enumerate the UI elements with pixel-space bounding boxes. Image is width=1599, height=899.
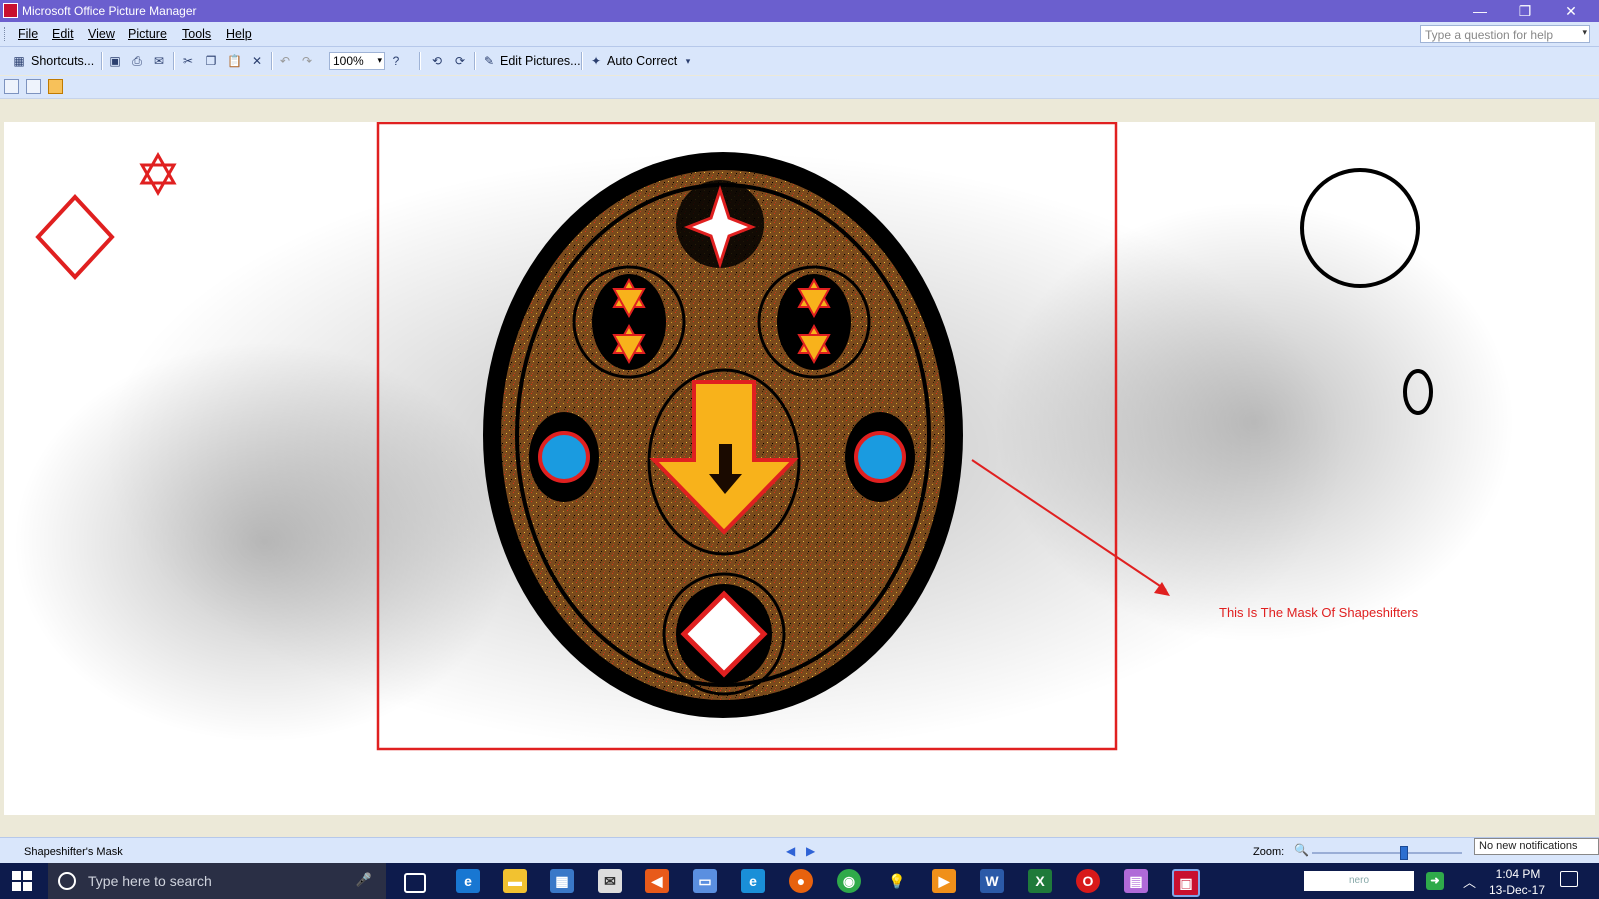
toolbar-separator xyxy=(101,52,103,70)
print-icon[interactable]: ⎙ xyxy=(130,54,144,68)
windows-start-icon[interactable] xyxy=(12,871,32,891)
copy-icon[interactable]: ❐ xyxy=(204,54,218,68)
edge-icon[interactable]: e xyxy=(456,869,480,893)
window-title: Microsoft Office Picture Manager xyxy=(22,4,197,18)
redo-icon[interactable]: ↷ xyxy=(300,54,314,68)
taskbar-search-input[interactable]: Type here to search 🎤 xyxy=(48,863,386,899)
shortcuts-button[interactable]: Shortcuts... xyxy=(31,54,94,68)
status-bar: Shapeshifter's Mask ◀ ▶ Zoom: 🔍 xyxy=(0,837,1599,864)
undo-icon[interactable]: ↶ xyxy=(278,54,292,68)
previous-picture-icon[interactable]: ◀ xyxy=(786,844,795,858)
menu-help[interactable]: Help xyxy=(226,27,252,41)
auto-correct-button[interactable]: Auto Correct xyxy=(607,54,677,68)
clock-time[interactable]: 1:04 PM xyxy=(1488,867,1548,881)
zoom-value: 100% xyxy=(333,54,364,68)
cortana-icon[interactable] xyxy=(58,872,76,890)
annotation-text: This Is The Mask Of Shapeshifters xyxy=(1219,605,1419,620)
rotate-left-icon[interactable]: ⟲ xyxy=(430,54,444,68)
menu-tools[interactable]: Tools xyxy=(182,27,211,41)
email-icon[interactable]: ✉ xyxy=(152,54,166,68)
clock-date[interactable]: 13-Dec-17 xyxy=(1482,883,1552,897)
rotate-right-icon[interactable]: ⟳ xyxy=(453,54,467,68)
app-icon[interactable]: ▭ xyxy=(693,869,717,893)
minimize-button[interactable]: — xyxy=(1457,0,1503,22)
media-player-icon[interactable]: ◀ xyxy=(645,869,669,893)
zoom-slider[interactable] xyxy=(1312,846,1462,860)
picture-canvas[interactable] xyxy=(4,122,1595,815)
thumbnail-view-button[interactable] xyxy=(4,79,19,94)
show-hidden-icons-chevron[interactable]: ︿ xyxy=(1463,872,1476,891)
diamond-shape xyxy=(35,194,115,280)
shortcuts-icon[interactable]: ▦ xyxy=(12,54,26,68)
toolbar-separator xyxy=(271,52,273,70)
restore-button[interactable]: ❐ xyxy=(1502,0,1548,22)
star-shape xyxy=(139,151,177,197)
search-placeholder: Type here to search xyxy=(88,873,212,889)
delete-icon[interactable]: ✕ xyxy=(250,54,264,68)
picture-manager-icon xyxy=(3,3,18,18)
notification-tooltip: No new notifications xyxy=(1474,838,1599,855)
filmstrip-view-button[interactable] xyxy=(26,79,41,94)
noise-haze xyxy=(994,202,1514,642)
help-icon[interactable]: ? xyxy=(389,54,403,68)
firefox-icon[interactable]: ● xyxy=(789,869,813,893)
tips-icon[interactable]: 💡 xyxy=(885,869,909,893)
word-icon[interactable]: W xyxy=(980,869,1004,893)
menu-view[interactable]: View xyxy=(88,27,115,41)
toolbar-options-icon[interactable]: ▾ xyxy=(681,54,695,68)
toolbar-separator xyxy=(419,52,421,70)
zoom-out-icon[interactable]: 🔍 xyxy=(1294,843,1309,857)
microphone-icon[interactable]: 🎤 xyxy=(356,872,372,888)
menu-bar: File Edit View Picture Tools Help xyxy=(0,22,1599,47)
opera-icon[interactable]: O xyxy=(1076,869,1100,893)
internet-explorer-icon[interactable]: e xyxy=(741,869,765,893)
standard-toolbar: ▦ Shortcuts... ▣ ⎙ ✉ ✂ ❐ 📋 ✕ ↶ ↷ 100% ▾ … xyxy=(0,47,1599,75)
close-button[interactable]: ✕ xyxy=(1548,0,1594,22)
task-view-icon[interactable] xyxy=(404,873,426,893)
mask-picture xyxy=(14,122,1514,752)
excel-icon[interactable]: X xyxy=(1028,869,1052,893)
nero-search-box[interactable]: nero xyxy=(1304,871,1414,891)
noise-haze xyxy=(14,342,514,742)
title-bar: Microsoft Office Picture Manager — ❐ ✕ xyxy=(0,0,1599,22)
toolbar-separator xyxy=(474,52,476,70)
file-explorer-icon[interactable]: ▬ xyxy=(503,869,527,893)
zoom-select[interactable]: 100% ▾ xyxy=(329,52,385,70)
mask xyxy=(483,152,963,718)
cut-icon[interactable]: ✂ xyxy=(181,54,195,68)
edit-pictures-icon[interactable]: ✎ xyxy=(482,54,496,68)
store-icon[interactable]: ▦ xyxy=(550,869,574,893)
action-center-icon[interactable] xyxy=(1560,871,1578,887)
zoom-dropdown-icon[interactable]: ▾ xyxy=(377,55,382,66)
menu-edit[interactable]: Edit xyxy=(52,27,74,41)
paste-icon[interactable]: 📋 xyxy=(227,54,242,68)
taskbar: Type here to search 🎤 e ▬ ▦ ✉ ◀ ▭ e ● ◉ … xyxy=(0,863,1599,899)
view-toolbar xyxy=(0,76,1599,99)
auto-correct-icon[interactable]: ✦ xyxy=(589,54,603,68)
menu-file[interactable]: File xyxy=(18,27,38,41)
mail-icon[interactable]: ✉ xyxy=(598,869,622,893)
help-dropdown-icon[interactable]: ▾ xyxy=(1582,27,1587,38)
zoom-slider-thumb[interactable] xyxy=(1400,846,1409,860)
help-placeholder: Type a question for help xyxy=(1425,28,1554,42)
edit-pictures-button[interactable]: Edit Pictures... xyxy=(500,54,581,68)
picture-manager-task-icon[interactable]: ▣ xyxy=(1172,869,1200,897)
zoom-label: Zoom: xyxy=(1253,846,1285,858)
menu-grip[interactable] xyxy=(4,27,8,41)
toolbar-separator xyxy=(581,52,583,70)
chrome-icon[interactable]: ◉ xyxy=(837,869,861,893)
toolbar-separator xyxy=(173,52,175,70)
video-icon[interactable]: ▶ xyxy=(932,869,956,893)
next-picture-icon[interactable]: ▶ xyxy=(806,844,815,858)
help-search-input[interactable]: Type a question for help ▾ xyxy=(1420,25,1590,43)
paint-icon[interactable]: ▤ xyxy=(1124,869,1148,893)
save-icon[interactable]: ▣ xyxy=(108,54,122,68)
arrow-tray-icon[interactable]: ➜ xyxy=(1426,872,1444,890)
menu-picture[interactable]: Picture xyxy=(128,27,167,41)
file-name: Shapeshifter's Mask xyxy=(24,846,123,858)
single-picture-view-button[interactable] xyxy=(48,79,63,94)
